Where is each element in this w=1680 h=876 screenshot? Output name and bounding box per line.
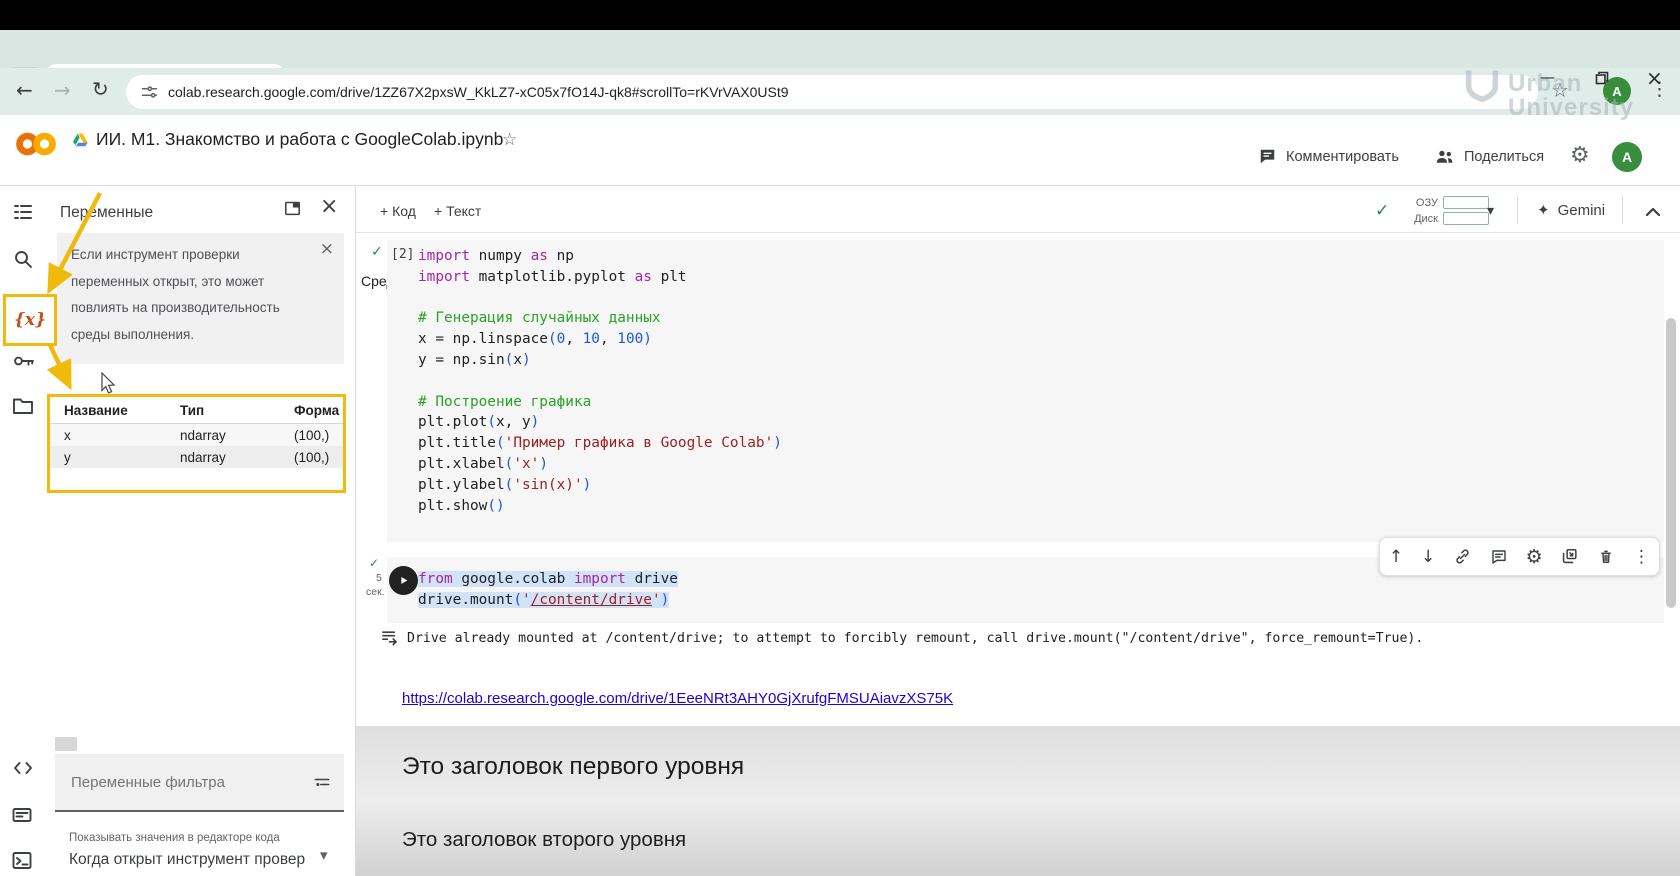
notebook-scrollbar[interactable] xyxy=(1666,318,1676,608)
settings-gear-icon[interactable]: ⚙ xyxy=(1570,143,1590,168)
cell2-code[interactable]: from google.colab import drivedrive.moun… xyxy=(418,569,678,611)
table-row[interactable]: y ndarray (100,) xyxy=(50,446,343,468)
secrets-key-icon[interactable] xyxy=(11,349,37,373)
close-panel-icon[interactable]: × xyxy=(320,194,338,219)
cell1-success-check-icon: ✓ xyxy=(371,244,383,260)
cell-toolbar: ↑ ↓ ⚙ ⋮ xyxy=(1379,537,1660,576)
markdown-heading-2: Это заголовок второго уровня xyxy=(402,828,686,852)
reload-icon[interactable]: ↻ xyxy=(92,77,109,101)
screen: Urban University ИИ. М1. Знакомство и ра… xyxy=(0,0,1680,876)
cell-settings-gear-icon[interactable]: ⚙ xyxy=(1526,546,1543,568)
cell1-execution-count: [2] xyxy=(391,247,414,262)
add-comment-icon[interactable] xyxy=(1490,548,1508,566)
variables-filter xyxy=(55,754,344,812)
markdown-heading-1: Это заголовок первого уровня xyxy=(402,753,744,781)
terminal-icon[interactable] xyxy=(9,849,35,873)
window-minimize-button[interactable]: — xyxy=(1540,68,1555,86)
colab-logo xyxy=(14,129,58,159)
ram-label: ОЗУ xyxy=(1408,197,1438,209)
top-black-bar xyxy=(0,0,1680,30)
variables-rail-button[interactable]: {x} xyxy=(3,294,57,346)
variables-table: Название Тип Форма x ndarray (100,) y nd… xyxy=(47,394,346,493)
cell-output-text: Drive already mounted at /content/drive;… xyxy=(407,631,1423,646)
disk-label: Диск xyxy=(1408,213,1438,225)
mirror-cell-icon[interactable] xyxy=(1560,547,1579,566)
toolbar-divider xyxy=(356,232,1680,233)
variables-panel-title: Переменные xyxy=(60,204,153,222)
cell2-runtime-value: 5 xyxy=(376,572,382,584)
variables-info-text: Если инструмент проверки переменных откр… xyxy=(71,242,297,348)
output-icon xyxy=(379,627,400,647)
video-fade-overlay xyxy=(356,726,1680,876)
colab-header: ИИ. М1. Знакомство и работа с GoogleCola… xyxy=(0,115,1680,185)
variables-info-box: Если инструмент проверки переменных откр… xyxy=(57,233,344,364)
cell1-code[interactable]: import numpy as npimport matplotlib.pypl… xyxy=(418,246,782,516)
runtime-dropdown-caret-icon[interactable]: ▾ xyxy=(1487,203,1494,219)
gemini-button[interactable]: ✦ Gemini xyxy=(1537,201,1605,219)
restore-icon xyxy=(1594,70,1610,86)
ram-meter xyxy=(1443,196,1489,209)
people-icon xyxy=(1434,147,1455,166)
colab-user-avatar[interactable]: A xyxy=(1612,142,1642,172)
more-cell-actions-icon[interactable]: ⋮ xyxy=(1633,547,1650,567)
mouse-cursor xyxy=(100,372,120,394)
copy-cell-link-icon[interactable] xyxy=(1453,547,1472,566)
panel-scrollbar-stub[interactable] xyxy=(55,737,77,751)
code-snippets-icon[interactable] xyxy=(10,757,36,779)
variables-table-header: Название Тип Форма xyxy=(50,397,343,424)
dropdown-caret-icon[interactable]: ▾ xyxy=(320,846,328,864)
share-button[interactable]: Поделиться xyxy=(1434,147,1544,166)
filter-icon[interactable] xyxy=(312,773,332,791)
move-cell-down-icon[interactable]: ↓ xyxy=(1421,547,1435,567)
site-info-icon xyxy=(140,83,158,101)
markdown-link[interactable]: https://colab.research.google.com/drive/… xyxy=(402,690,953,707)
toolbar-separator xyxy=(1517,196,1518,224)
gemini-star-icon: ✦ xyxy=(1537,201,1550,219)
editor-values-label: Показывать значения в редакторе кода xyxy=(69,832,280,844)
table-of-contents-icon[interactable] xyxy=(11,200,35,224)
favorite-star-icon[interactable]: ☆ xyxy=(502,130,517,150)
runtime-connected-check-icon: ✓ xyxy=(1375,201,1389,221)
disk-meter xyxy=(1443,212,1489,225)
drive-icon xyxy=(72,132,89,148)
table-row[interactable]: x ndarray (100,) xyxy=(50,424,343,446)
files-folder-icon[interactable] xyxy=(11,395,35,417)
window-close-button[interactable]: × xyxy=(1646,66,1663,90)
forward-icon[interactable]: → xyxy=(54,78,71,102)
back-icon[interactable]: ← xyxy=(16,78,33,102)
header-divider xyxy=(0,185,1680,186)
command-palette-icon[interactable] xyxy=(9,803,35,827)
open-panel-in-window-icon[interactable] xyxy=(283,199,302,217)
add-code-button[interactable]: + Код xyxy=(380,203,416,219)
search-icon[interactable] xyxy=(11,247,35,271)
urban-university-watermark: Urban University xyxy=(1462,64,1502,108)
browser-address-row: ← → ↻ colab.research.google.com/drive/1Z… xyxy=(0,68,1680,115)
notebook-title[interactable]: ИИ. М1. Знакомство и работа с GoogleCola… xyxy=(96,129,503,150)
address-bar[interactable]: colab.research.google.com/drive/1ZZ67X2p… xyxy=(126,75,1538,109)
dismiss-info-icon[interactable]: × xyxy=(320,239,334,259)
collapse-toolbar-icon[interactable] xyxy=(1643,203,1663,219)
toolbar-separator-2 xyxy=(1622,196,1623,224)
cell2-runtime-unit: сек. xyxy=(366,586,385,598)
comment-button[interactable]: Комментировать xyxy=(1258,147,1399,166)
comment-icon xyxy=(1258,147,1277,166)
url-text: colab.research.google.com/drive/1ZZ67X2p… xyxy=(168,84,789,100)
browser-tab-strip: Urban University ИИ. М1. Знакомство и ра… xyxy=(0,30,1680,68)
sidebar-divider xyxy=(355,185,356,876)
filter-input[interactable] xyxy=(69,773,312,792)
add-text-button[interactable]: + Текст xyxy=(434,203,481,219)
variables-x-icon: {x} xyxy=(14,310,46,330)
move-cell-up-icon[interactable]: ↑ xyxy=(1389,547,1403,567)
window-restore-button[interactable] xyxy=(1594,70,1610,86)
cell2-success-check-icon: ✓ xyxy=(369,556,379,570)
watermark-line2: University xyxy=(1508,94,1634,122)
play-icon xyxy=(397,574,410,587)
resource-monitor[interactable]: ОЗУ Диск xyxy=(1408,196,1489,225)
run-cell-button[interactable] xyxy=(389,566,418,595)
delete-cell-icon[interactable] xyxy=(1597,548,1615,566)
university-shield-icon xyxy=(1462,64,1502,108)
editor-values-dropdown[interactable]: Когда открыт инструмент провер xyxy=(69,851,319,869)
